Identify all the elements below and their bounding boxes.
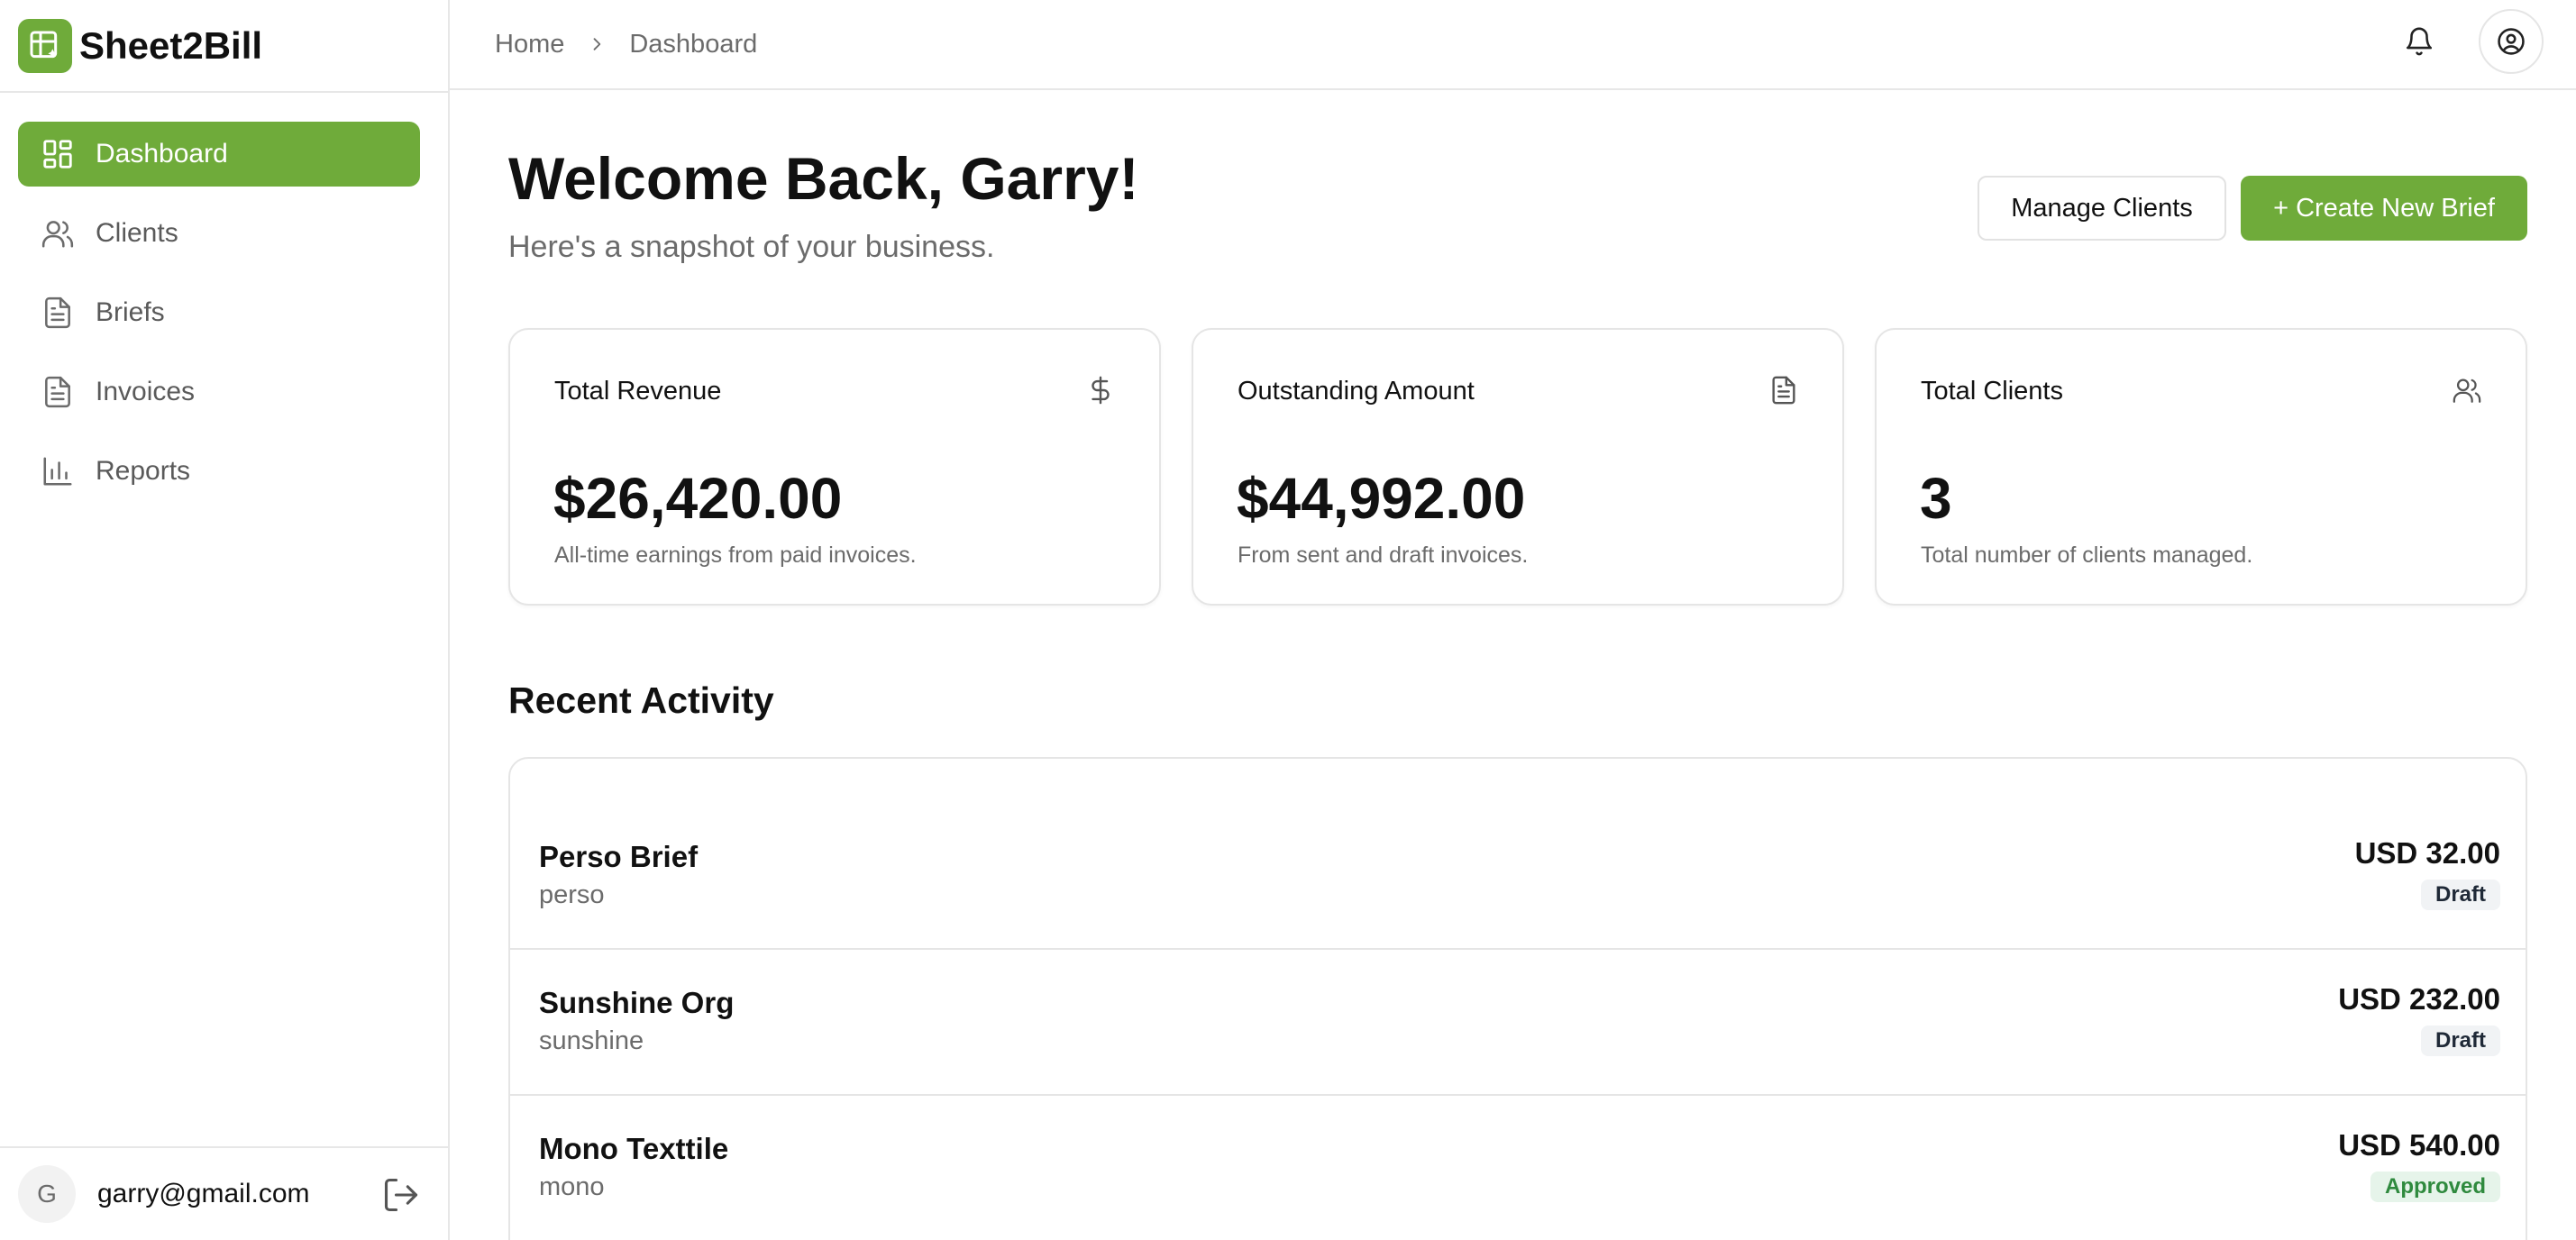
list-item[interactable]: Perso Brief perso USD 32.00 Draft — [510, 804, 2526, 950]
sidebar-item-briefs[interactable]: Briefs — [18, 280, 420, 345]
logout-icon[interactable] — [381, 1175, 421, 1215]
users-icon — [40, 215, 76, 251]
activity-amount: USD 232.00 — [2338, 982, 2500, 1016]
chevron-right-icon — [588, 35, 606, 53]
page-title: Welcome Back, Garry! — [508, 145, 1139, 212]
card-subtitle: Total number of clients managed. — [1921, 542, 2253, 568]
status-badge: Draft — [2420, 880, 2500, 910]
stats-cards: Total Revenue $26,420.00 All-time earnin… — [508, 328, 2527, 606]
activity-name: Mono Texttile — [539, 1132, 729, 1165]
sidebar-item-label: Clients — [96, 218, 178, 248]
dashboard-grid-icon — [40, 136, 76, 172]
activity-name: Perso Brief — [539, 840, 699, 873]
list-item[interactable]: Mono Texttile mono USD 540.00 Approved — [510, 1094, 2526, 1240]
sidebar-item-label: Invoices — [96, 377, 196, 406]
breadcrumb: Home Dashboard — [495, 30, 757, 59]
users-icon — [2452, 375, 2482, 406]
sidebar-item-invoices[interactable]: Invoices — [18, 360, 420, 424]
bell-icon[interactable] — [2387, 9, 2452, 74]
sidebar-item-reports[interactable]: Reports — [18, 439, 420, 504]
activity-name: Sunshine Org — [539, 986, 735, 1019]
manage-clients-button[interactable]: Manage Clients — [1978, 176, 2226, 241]
sidebar-item-clients[interactable]: Clients — [18, 201, 420, 266]
activity-amount: USD 540.00 — [2338, 1128, 2500, 1162]
document-icon — [40, 374, 76, 410]
total-revenue-card: Total Revenue $26,420.00 All-time earnin… — [508, 328, 1161, 606]
app-name: Sheet2Bill — [79, 23, 263, 67]
sidebar-item-label: Reports — [96, 456, 191, 486]
card-value: 3 — [1920, 466, 1952, 531]
sidebar-item-dashboard[interactable]: Dashboard — [18, 122, 420, 187]
card-title: Outstanding Amount — [1238, 377, 1475, 406]
card-subtitle: From sent and draft invoices. — [1238, 542, 1529, 568]
topbar: Home Dashboard — [450, 0, 2576, 90]
top-actions — [2387, 9, 2544, 74]
status-badge: Draft — [2420, 1026, 2500, 1056]
activity-client: perso — [539, 880, 605, 909]
create-new-brief-button[interactable]: + Create New Brief — [2241, 176, 2527, 241]
card-subtitle: All-time earnings from paid invoices. — [554, 542, 917, 568]
sidebar-nav: Dashboard Clients Briefs Invoices Report… — [18, 122, 420, 518]
sidebar-item-label: Briefs — [96, 297, 165, 327]
avatar[interactable]: G — [18, 1165, 76, 1223]
activity-amount: USD 32.00 — [2354, 836, 2500, 870]
user-circle-icon[interactable] — [2479, 9, 2544, 74]
card-title: Total Revenue — [554, 377, 722, 406]
status-badge: Approved — [2370, 1172, 2500, 1202]
sheet-logo-icon — [18, 18, 72, 73]
sidebar: Sheet2Bill Dashboard Clients Briefs Invo… — [0, 0, 450, 1240]
breadcrumb-current: Dashboard — [629, 29, 758, 59]
scroll-fade — [510, 1233, 2526, 1240]
activity-client: mono — [539, 1172, 605, 1201]
total-clients-card: Total Clients 3 Total number of clients … — [1875, 328, 2527, 606]
document-icon — [40, 295, 76, 331]
activity-client: sunshine — [539, 1026, 644, 1055]
outstanding-amount-card: Outstanding Amount $44,992.00 From sent … — [1192, 328, 1844, 606]
sidebar-item-label: Dashboard — [96, 139, 228, 169]
user-email: garry@gmail.com — [97, 1179, 310, 1208]
user-profile-row: G garry@gmail.com — [0, 1146, 448, 1240]
brand[interactable]: Sheet2Bill — [0, 0, 448, 93]
page-subtitle: Here's a snapshot of your business. — [508, 230, 995, 264]
card-title: Total Clients — [1921, 377, 2063, 406]
document-icon — [1768, 375, 1799, 406]
dollar-icon — [1085, 375, 1116, 406]
bar-chart-icon — [40, 453, 76, 489]
app: Sheet2Bill Dashboard Clients Briefs Invo… — [0, 0, 2576, 1240]
list-item[interactable]: Sunshine Org sunshine USD 232.00 Draft — [510, 948, 2526, 1094]
breadcrumb-home[interactable]: Home — [495, 30, 564, 59]
recent-activity-title: Recent Activity — [508, 679, 774, 721]
recent-activity-list: Perso Brief perso USD 32.00 Draft Sunshi… — [508, 757, 2527, 1240]
card-value: $26,420.00 — [553, 466, 843, 531]
card-value: $44,992.00 — [1237, 466, 1526, 531]
